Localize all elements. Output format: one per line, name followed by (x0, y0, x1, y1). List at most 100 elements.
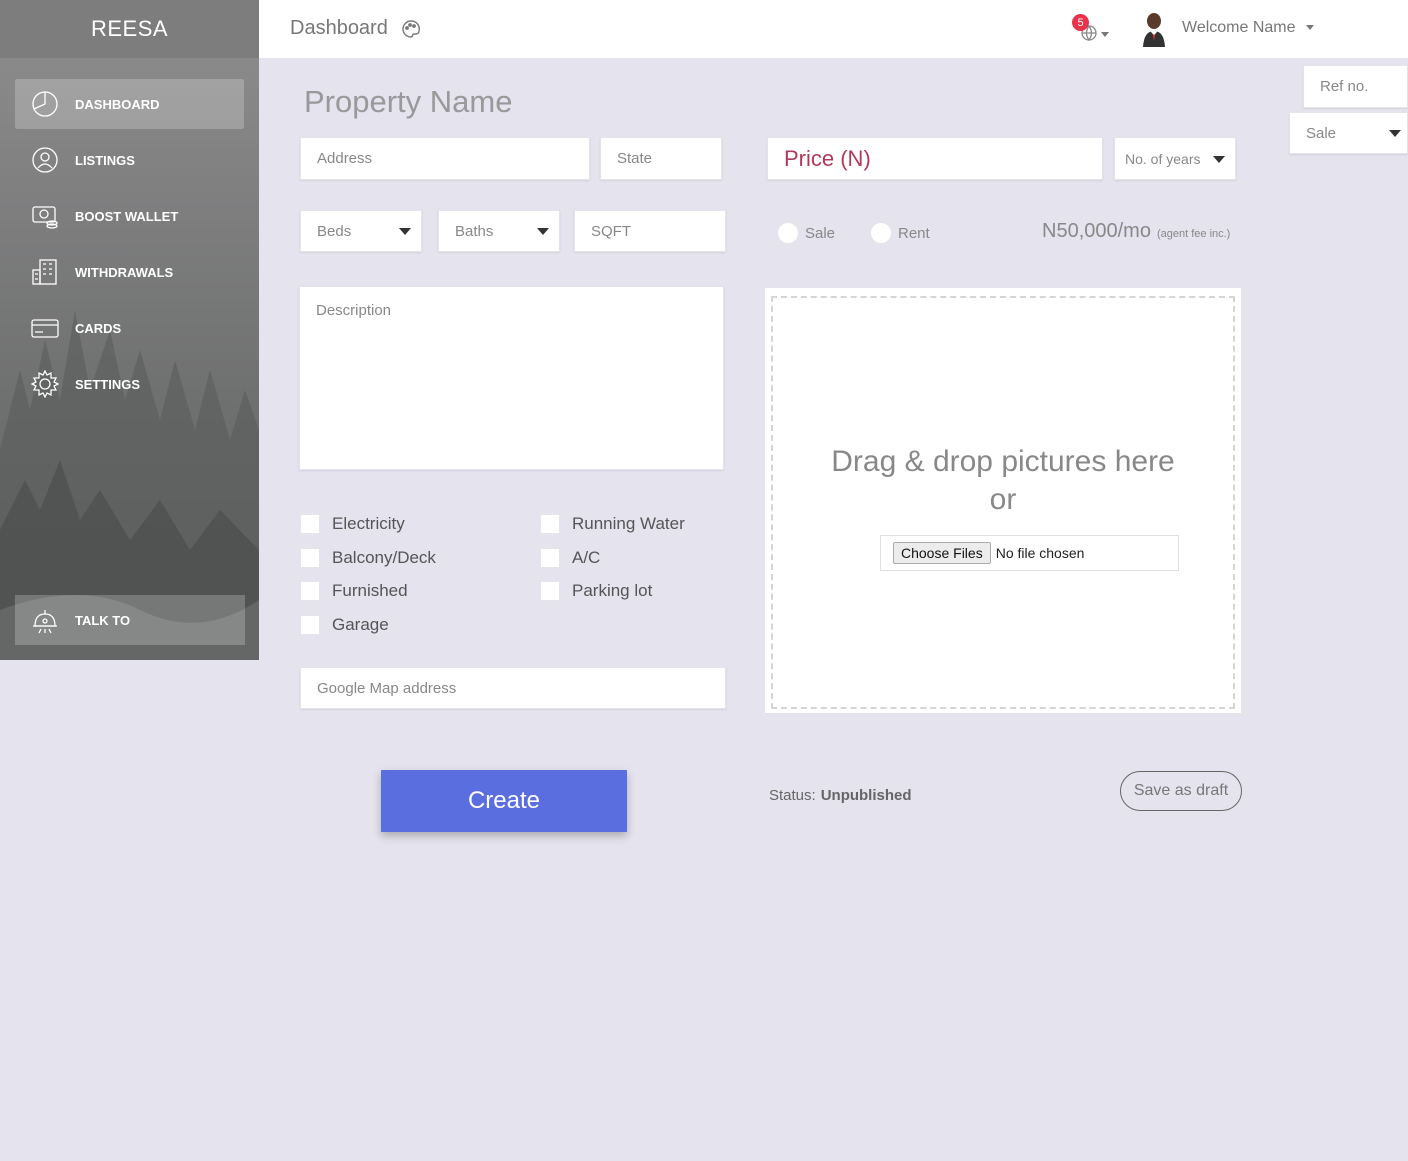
support-bell-icon (30, 605, 60, 635)
dropzone-line1: Drag & drop pictures here (831, 445, 1175, 478)
price-display: N50,000/mo (1042, 220, 1151, 242)
years-select[interactable]: No. of years (1114, 137, 1236, 180)
file-input[interactable]: Choose Files No file chosen (880, 535, 1179, 571)
talk-to-button[interactable]: TALK TO (15, 595, 245, 645)
gear-icon (30, 369, 60, 399)
top-bar: Dashboard 5 Welcome Name (259, 0, 1408, 58)
checkbox[interactable] (300, 514, 320, 534)
agent-fee-note: (agent fee inc.) (1156, 228, 1231, 240)
amenity-label: Furnished (332, 581, 408, 600)
building-icon (30, 257, 60, 287)
sidebar-item-listings[interactable]: LISTINGS (15, 135, 244, 185)
amenity-label: Running Water (572, 514, 685, 533)
chevron-down-icon (1213, 155, 1225, 163)
sale-radio-label: Sale (805, 224, 836, 242)
status-value: Unpublished (820, 787, 912, 804)
beds-placeholder: Beds (317, 222, 352, 240)
checkbox[interactable] (300, 615, 320, 635)
chevron-down-icon (1101, 32, 1109, 37)
amenity-garage[interactable]: Garage (300, 615, 389, 635)
sidebar-item-label: CARDS (75, 320, 122, 336)
image-dropzone[interactable]: Drag & drop pictures here or Choose File… (765, 288, 1241, 713)
dropzone-text: Drag & drop pictures here or (773, 443, 1233, 519)
amenity-label: Balcony/Deck (332, 548, 436, 567)
checkbox[interactable] (300, 581, 320, 601)
sale-radio[interactable]: Sale (777, 222, 835, 244)
brand-logo[interactable]: REESA (0, 0, 259, 58)
credit-card-icon (30, 313, 60, 343)
checkbox[interactable] (540, 514, 560, 534)
amenity-furnished[interactable]: Furnished (300, 581, 408, 601)
price-summary: N50,000/mo (agent fee inc.) (1042, 220, 1230, 243)
palette-icon[interactable] (402, 20, 420, 43)
baths-select[interactable]: Baths (438, 210, 560, 252)
map-address-input[interactable]: Google Map address (300, 667, 726, 709)
amenity-parking[interactable]: Parking lot (540, 581, 652, 601)
sidebar-nav: DASHBOARD LISTINGS BOOST WALLET WITHDRAW… (0, 58, 259, 409)
save-draft-button[interactable]: Save as draft (1120, 771, 1242, 811)
choose-files-button[interactable]: Choose Files (893, 542, 991, 564)
sidebar-item-withdrawals[interactable]: WITHDRAWALS (15, 247, 244, 297)
price-input[interactable]: Price (N) (767, 137, 1103, 180)
amenity-electricity[interactable]: Electricity (300, 514, 405, 534)
years-placeholder: No. of years (1125, 150, 1201, 167)
sidebar-item-dashboard[interactable]: DASHBOARD (15, 79, 244, 129)
beds-select[interactable]: Beds (300, 210, 422, 252)
dropzone-border: Drag & drop pictures here or Choose File… (771, 296, 1235, 709)
notifications-button[interactable]: 5 (1072, 14, 1112, 44)
radio-circle[interactable] (777, 222, 799, 244)
chevron-down-icon (1389, 130, 1401, 137)
sqft-placeholder: SQFT (591, 222, 631, 240)
page-title: Dashboard (290, 17, 388, 39)
rent-radio-label: Rent (898, 224, 930, 242)
pie-chart-icon (30, 89, 60, 119)
avatar[interactable] (1141, 11, 1167, 47)
wallet-icon (30, 201, 60, 231)
description-placeholder: Description (316, 302, 392, 319)
amenity-label: A/C (572, 548, 601, 567)
checkbox[interactable] (300, 548, 320, 568)
no-file-text: No file chosen (995, 545, 1085, 561)
state-placeholder: State (617, 150, 653, 167)
dropzone-line2: or (989, 483, 1017, 516)
checkbox[interactable] (540, 581, 560, 601)
ref-no-input[interactable]: Ref no. (1303, 65, 1408, 108)
radio-circle[interactable] (870, 222, 892, 244)
amenity-running-water[interactable]: Running Water (540, 514, 685, 534)
sidebar-item-cards[interactable]: CARDS (15, 303, 244, 353)
sqft-input[interactable]: SQFT (574, 210, 726, 252)
sidebar-item-boost-wallet[interactable]: BOOST WALLET (15, 191, 244, 241)
checkbox[interactable] (540, 548, 560, 568)
sidebar: REESA DASHBOARD LISTINGS BOOST WALLET WI… (0, 0, 259, 660)
sidebar-item-label: LISTINGS (75, 152, 135, 168)
user-menu[interactable]: Welcome Name (1182, 19, 1314, 37)
property-name-input[interactable]: Property Name (304, 84, 512, 120)
map-address-placeholder: Google Map address (317, 679, 457, 697)
sidebar-item-label: BOOST WALLET (75, 208, 179, 224)
baths-placeholder: Baths (455, 222, 494, 240)
address-input[interactable]: Address (300, 137, 590, 180)
rent-radio[interactable]: Rent (870, 222, 930, 244)
listing-type-value: Sale (1306, 124, 1337, 142)
address-placeholder: Address (317, 150, 373, 167)
amenity-label: Parking lot (572, 581, 653, 600)
talk-to-label: TALK TO (75, 612, 131, 628)
ref-no-placeholder: Ref no. (1320, 78, 1369, 95)
notification-badge: 5 (1072, 14, 1089, 31)
create-button[interactable]: Create (381, 770, 627, 832)
sidebar-item-settings[interactable]: SETTINGS (15, 359, 244, 409)
description-textarea[interactable]: Description (299, 286, 724, 470)
amenity-label: Electricity (332, 514, 405, 533)
amenity-ac[interactable]: A/C (540, 548, 600, 568)
user-circle-icon (30, 145, 60, 175)
chevron-down-icon (1305, 25, 1314, 31)
sidebar-item-label: DASHBOARD (75, 96, 160, 112)
sidebar-item-label: WITHDRAWALS (75, 264, 174, 280)
listing-type-select[interactable]: Sale (1289, 112, 1408, 154)
price-placeholder: Price (N) (784, 145, 871, 171)
amenity-balcony[interactable]: Balcony/Deck (300, 548, 436, 568)
amenity-label: Garage (332, 615, 389, 634)
sidebar-item-label: SETTINGS (75, 376, 141, 392)
state-input[interactable]: State (600, 137, 722, 180)
status-label: Status: (769, 787, 816, 804)
